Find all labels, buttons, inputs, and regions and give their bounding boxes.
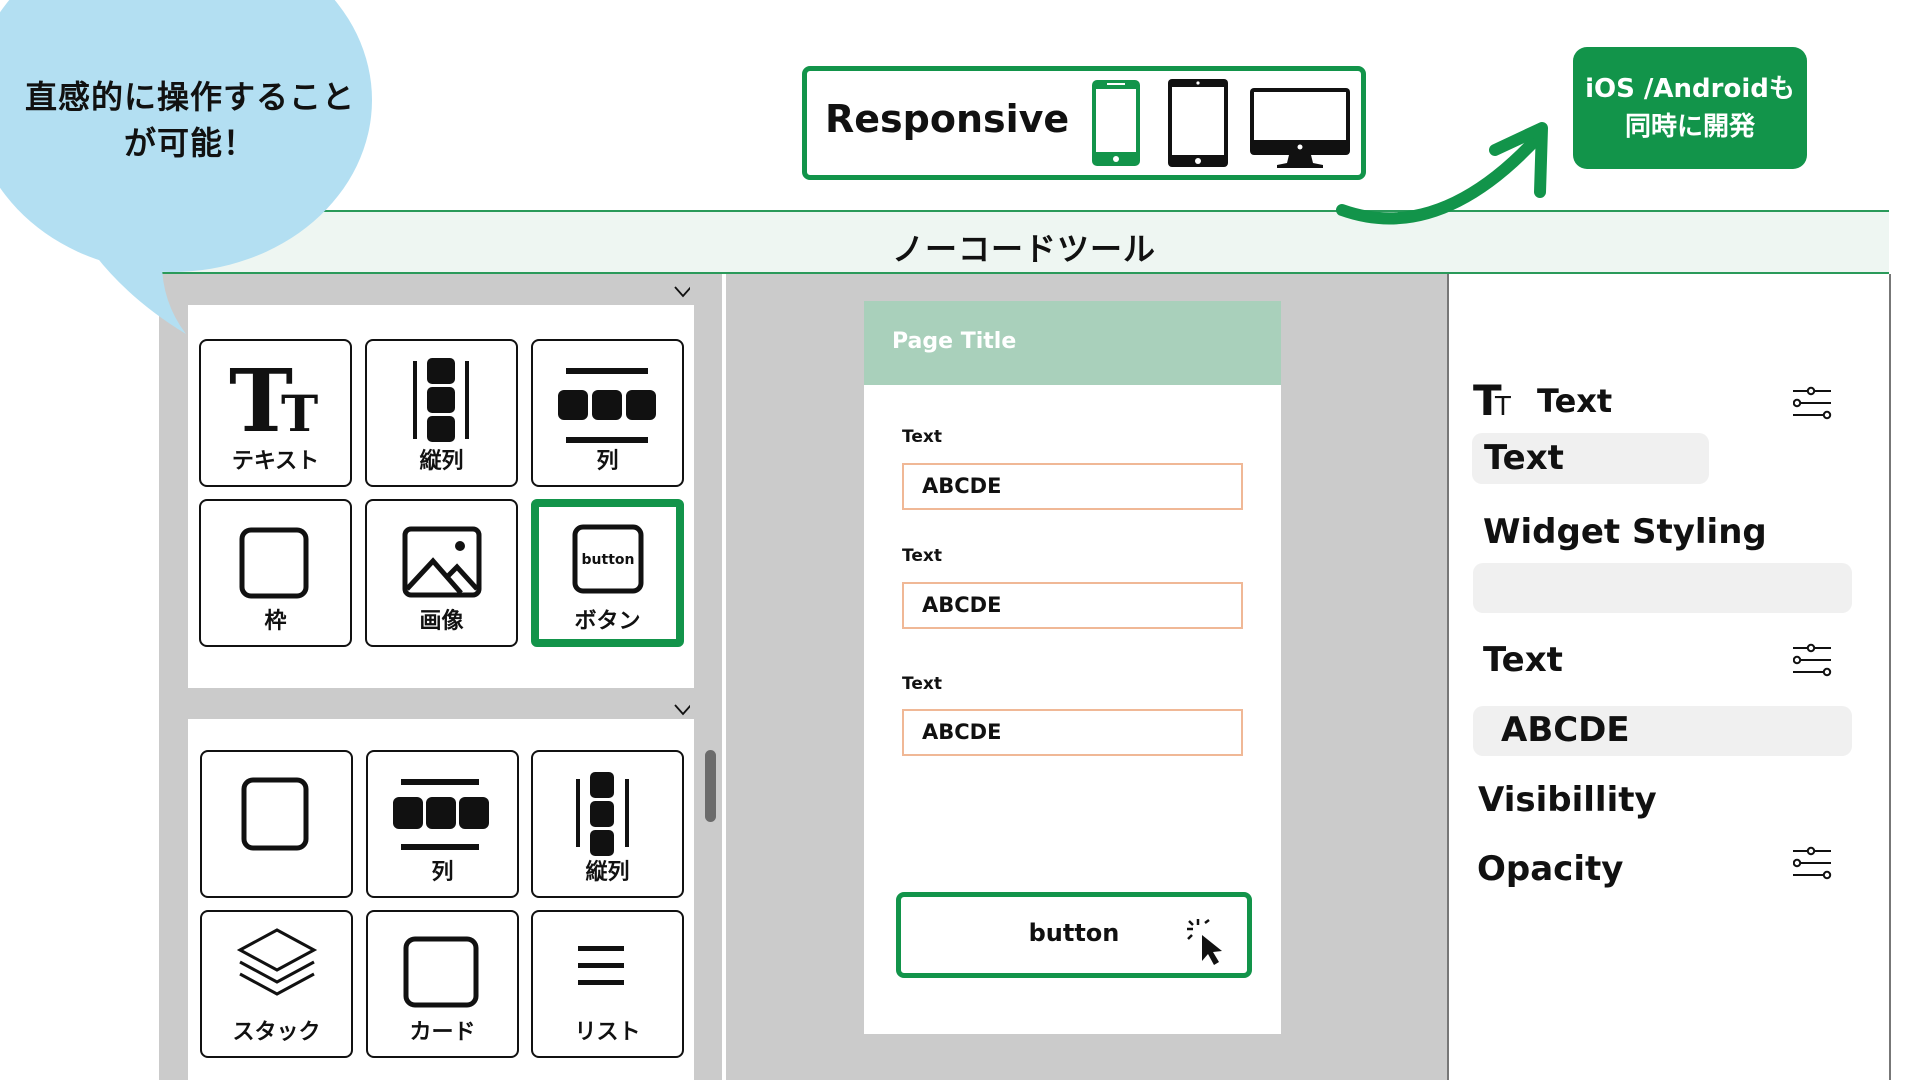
button-icon-text: button bbox=[582, 552, 635, 568]
column-icon bbox=[576, 772, 629, 856]
row-icon bbox=[393, 779, 489, 850]
widget-tile-card[interactable]: カード bbox=[366, 910, 519, 1058]
app-title: ノーコードツール bbox=[891, 230, 1156, 268]
container-icon bbox=[239, 527, 309, 599]
tile-label: スタック bbox=[232, 1020, 321, 1045]
text-property-label: Text bbox=[1483, 640, 1563, 680]
styling-field[interactable] bbox=[1473, 563, 1852, 613]
widget-tile-list[interactable]: リスト bbox=[531, 910, 684, 1058]
button-icon: button bbox=[572, 524, 644, 594]
visibility-label: Visibillity bbox=[1478, 780, 1657, 820]
svg-text:T: T bbox=[1494, 392, 1511, 418]
sliders-icon[interactable] bbox=[1793, 386, 1833, 420]
tile-label: ボタン bbox=[574, 609, 641, 634]
tile-label: テキスト bbox=[231, 449, 320, 474]
list-icon bbox=[578, 946, 624, 985]
container-icon bbox=[241, 777, 309, 851]
curved-arrow-icon bbox=[1336, 122, 1548, 225]
widget-name-value: Text bbox=[1484, 438, 1564, 478]
widget-tile-row[interactable]: 列 bbox=[366, 750, 519, 898]
preview-button[interactable]: button bbox=[896, 892, 1252, 978]
tablet-icon[interactable] bbox=[1167, 78, 1229, 168]
chevron-down-icon[interactable] bbox=[674, 704, 690, 720]
field-label: Text bbox=[902, 546, 942, 566]
tile-label: 枠 bbox=[264, 609, 287, 634]
bubble-line-2: が可能！ bbox=[123, 124, 256, 162]
speech-bubble bbox=[0, 0, 372, 334]
tile-label: 列 bbox=[431, 860, 454, 885]
widget-tile-container[interactable] bbox=[200, 750, 353, 898]
app-header: ノーコードツール bbox=[159, 210, 1889, 274]
tile-label: 縦列 bbox=[419, 449, 464, 474]
text-value: ABCDE bbox=[1501, 710, 1630, 750]
stack-icon bbox=[236, 928, 318, 996]
chevron-down-icon[interactable] bbox=[674, 286, 690, 302]
text-field[interactable]: ABCDE bbox=[902, 463, 1243, 510]
opacity-label: Opacity bbox=[1477, 849, 1624, 889]
page-title: Page Title bbox=[892, 329, 1017, 354]
click-cursor-icon bbox=[1187, 919, 1222, 965]
tile-label: 列 bbox=[596, 449, 619, 474]
phone-preview: Page Title Text ABCDE Text ABCDE Text AB… bbox=[864, 301, 1281, 1034]
cross-platform-callout: iOS /Androidも 同時に開発 bbox=[1573, 47, 1807, 169]
callout-line-2: 同時に開発 bbox=[1624, 112, 1755, 142]
widget-panel-scrollbar[interactable] bbox=[705, 750, 716, 822]
text-icon: T T bbox=[229, 351, 318, 441]
widget-name-field[interactable]: Text bbox=[1472, 433, 1709, 484]
widget-tile-column[interactable]: 縦列 bbox=[531, 750, 684, 898]
phone-app-bar: Page Title bbox=[864, 301, 1281, 385]
field-label: Text bbox=[902, 427, 942, 447]
widget-tile-stack[interactable]: スタック bbox=[200, 910, 353, 1058]
sliders-icon[interactable] bbox=[1793, 846, 1833, 880]
text-value-field[interactable]: ABCDE bbox=[1473, 706, 1852, 756]
responsive-panel: Responsive bbox=[802, 66, 1366, 180]
text-type-icon: T T bbox=[1473, 378, 1511, 418]
tile-label: 縦列 bbox=[585, 860, 630, 885]
section-heading-styling: Widget Styling bbox=[1483, 512, 1767, 552]
field-label: Text bbox=[902, 674, 942, 694]
widget-tile-text[interactable]: T T テキスト bbox=[199, 339, 352, 487]
widget-tile-column[interactable]: 縦列 bbox=[365, 339, 518, 487]
widget-tile-row[interactable]: 列 bbox=[531, 339, 684, 487]
image-icon bbox=[402, 526, 482, 598]
widget-type-label: Text bbox=[1537, 382, 1613, 420]
tile-label: カード bbox=[409, 1020, 476, 1045]
text-field[interactable]: ABCDE bbox=[902, 709, 1243, 756]
row-icon bbox=[558, 368, 656, 443]
svg-text:T: T bbox=[281, 384, 318, 441]
tile-label: 画像 bbox=[419, 609, 464, 634]
callout-line-1: iOS /Androidも bbox=[1585, 74, 1795, 104]
widget-tile-button[interactable]: button ボタン bbox=[531, 499, 684, 647]
bubble-line-1: 直感的に操作すること bbox=[24, 78, 355, 116]
widget-tile-container[interactable]: 枠 bbox=[199, 499, 352, 647]
column-icon bbox=[413, 358, 469, 442]
tile-label: リスト bbox=[574, 1020, 641, 1045]
text-field[interactable]: ABCDE bbox=[902, 582, 1243, 629]
smartphone-icon[interactable] bbox=[1090, 78, 1142, 168]
responsive-label: Responsive bbox=[825, 97, 1070, 141]
card-icon bbox=[403, 936, 479, 1008]
sliders-icon[interactable] bbox=[1793, 643, 1833, 677]
bubble-text: 直感的に操作すること が可能！ bbox=[20, 74, 360, 166]
widget-tile-image[interactable]: 画像 bbox=[365, 499, 518, 647]
